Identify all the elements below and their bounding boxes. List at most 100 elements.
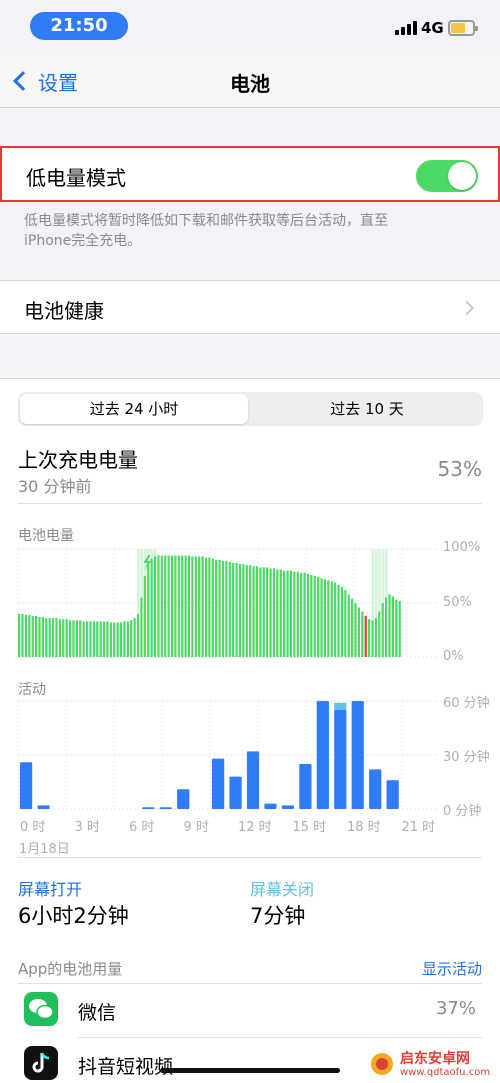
battery-charging-band xyxy=(136,549,140,614)
battery-charging-band xyxy=(378,549,381,612)
battery-bar xyxy=(96,621,99,657)
description-line-1: 低电量模式将暂时降低如下载和邮件获取等后台活动，直至 xyxy=(24,213,388,229)
battery-charging-band xyxy=(385,549,388,598)
battery-bar xyxy=(286,570,289,657)
activity-bar xyxy=(369,769,382,809)
watermark: 启东安卓网 www.qdtaofu.com xyxy=(370,1046,500,1083)
battery-bar xyxy=(276,569,279,657)
battery-bar xyxy=(266,567,269,657)
battery-bar xyxy=(167,555,170,657)
battery-health-row[interactable]: 电池健康 xyxy=(0,280,500,334)
activity-chart xyxy=(17,700,438,810)
battery-bar xyxy=(109,622,112,657)
battery-bar xyxy=(232,563,235,657)
battery-bar xyxy=(306,573,310,657)
low-power-row: 低电量模式 xyxy=(0,146,500,202)
battery-bar xyxy=(354,603,357,657)
battery-bar xyxy=(269,568,272,657)
battery-bar xyxy=(116,622,119,657)
battery-bar xyxy=(204,557,208,657)
battery-bar xyxy=(378,611,381,657)
battery-bar xyxy=(136,613,140,657)
segment-24h[interactable]: 过去 24 小时 xyxy=(20,394,248,424)
battery-bar xyxy=(123,621,126,657)
battery-bar xyxy=(150,558,153,657)
battery-bar xyxy=(238,564,242,657)
status-time[interactable]: 21:50 xyxy=(30,12,128,40)
activity-bar xyxy=(159,807,172,809)
screen-on-value: 6小时2分钟 xyxy=(18,904,129,928)
activity-x-tick: 0 时 xyxy=(20,820,46,835)
activity-x-tick: 3 时 xyxy=(74,820,100,835)
battery-bar xyxy=(191,556,194,657)
activity-bar xyxy=(351,701,364,809)
battery-bar xyxy=(157,555,160,657)
watermark-name: 启东安卓网 xyxy=(400,1051,470,1067)
battery-bar xyxy=(24,614,28,657)
battery-tick-0: 0% xyxy=(443,649,464,664)
battery-bar xyxy=(351,598,354,657)
divider xyxy=(18,503,482,504)
app-usage-header: App的电池用量 xyxy=(18,960,123,978)
battery-bar xyxy=(391,596,395,657)
battery-bar xyxy=(48,618,51,657)
battery-bar xyxy=(130,620,133,657)
activity-caption: 活动 xyxy=(18,682,46,698)
battery-charging-band xyxy=(381,549,385,603)
battery-bar xyxy=(371,620,374,657)
home-indicator xyxy=(160,1068,340,1073)
activity-tick-60: 60 分钟 xyxy=(443,696,490,711)
battery-bar xyxy=(133,618,136,657)
battery-bar xyxy=(340,586,344,657)
battery-bar xyxy=(279,569,282,657)
activity-bar-screen-off xyxy=(334,702,347,710)
battery-charging-band xyxy=(150,549,154,559)
wechat-icon xyxy=(24,992,58,1026)
battery-bar xyxy=(55,618,58,657)
activity-bar xyxy=(334,710,347,809)
battery-charging-band xyxy=(153,549,157,557)
battery-bar xyxy=(113,622,116,657)
battery-bar xyxy=(119,622,123,657)
activity-bar xyxy=(316,701,329,809)
battery-bar xyxy=(218,559,221,657)
battery-bar xyxy=(255,566,259,657)
battery-health-label: 电池健康 xyxy=(24,299,104,323)
battery-bar xyxy=(252,566,255,657)
activity-bar xyxy=(20,762,33,809)
app-percentage: 37% xyxy=(435,998,476,1019)
battery-bar xyxy=(317,577,320,657)
battery-bar xyxy=(99,621,102,657)
battery-bar xyxy=(385,597,388,657)
activity-x-tick: 12 时 xyxy=(238,820,272,835)
battery-bar xyxy=(41,617,44,657)
battery-bar xyxy=(160,555,163,657)
activity-bar xyxy=(142,807,155,809)
watermark-logo-icon xyxy=(371,1053,393,1075)
activity-x-tick: 21 时 xyxy=(401,820,436,835)
battery-bar xyxy=(296,571,299,657)
activity-bar xyxy=(37,805,50,809)
activity-date-label: 1月18日 xyxy=(19,842,70,857)
segment-10d[interactable]: 过去 10 天 xyxy=(253,394,481,424)
low-power-toggle[interactable] xyxy=(416,160,478,192)
battery-bar xyxy=(143,576,146,657)
battery-level-caption: 电池电量 xyxy=(18,528,74,544)
battery-bar xyxy=(181,555,184,657)
battery-bar xyxy=(364,615,367,657)
battery-bar xyxy=(208,557,211,657)
show-activity-link[interactable]: 显示活动 xyxy=(422,958,482,979)
battery-bar xyxy=(221,560,225,657)
battery-bar xyxy=(242,564,245,657)
chevron-right-icon xyxy=(459,300,475,316)
activity-bar xyxy=(246,751,260,809)
battery-bar xyxy=(65,619,68,657)
battery-bar xyxy=(398,600,401,657)
battery-bar xyxy=(18,613,21,657)
battery-charging-band xyxy=(374,549,378,619)
app-row-wechat[interactable]: 微信 37% xyxy=(0,983,500,1037)
battery-bar xyxy=(347,594,350,657)
nav-bar: 设置 电池 xyxy=(0,56,500,108)
battery-bar xyxy=(388,594,391,657)
battery-bar xyxy=(153,556,157,657)
